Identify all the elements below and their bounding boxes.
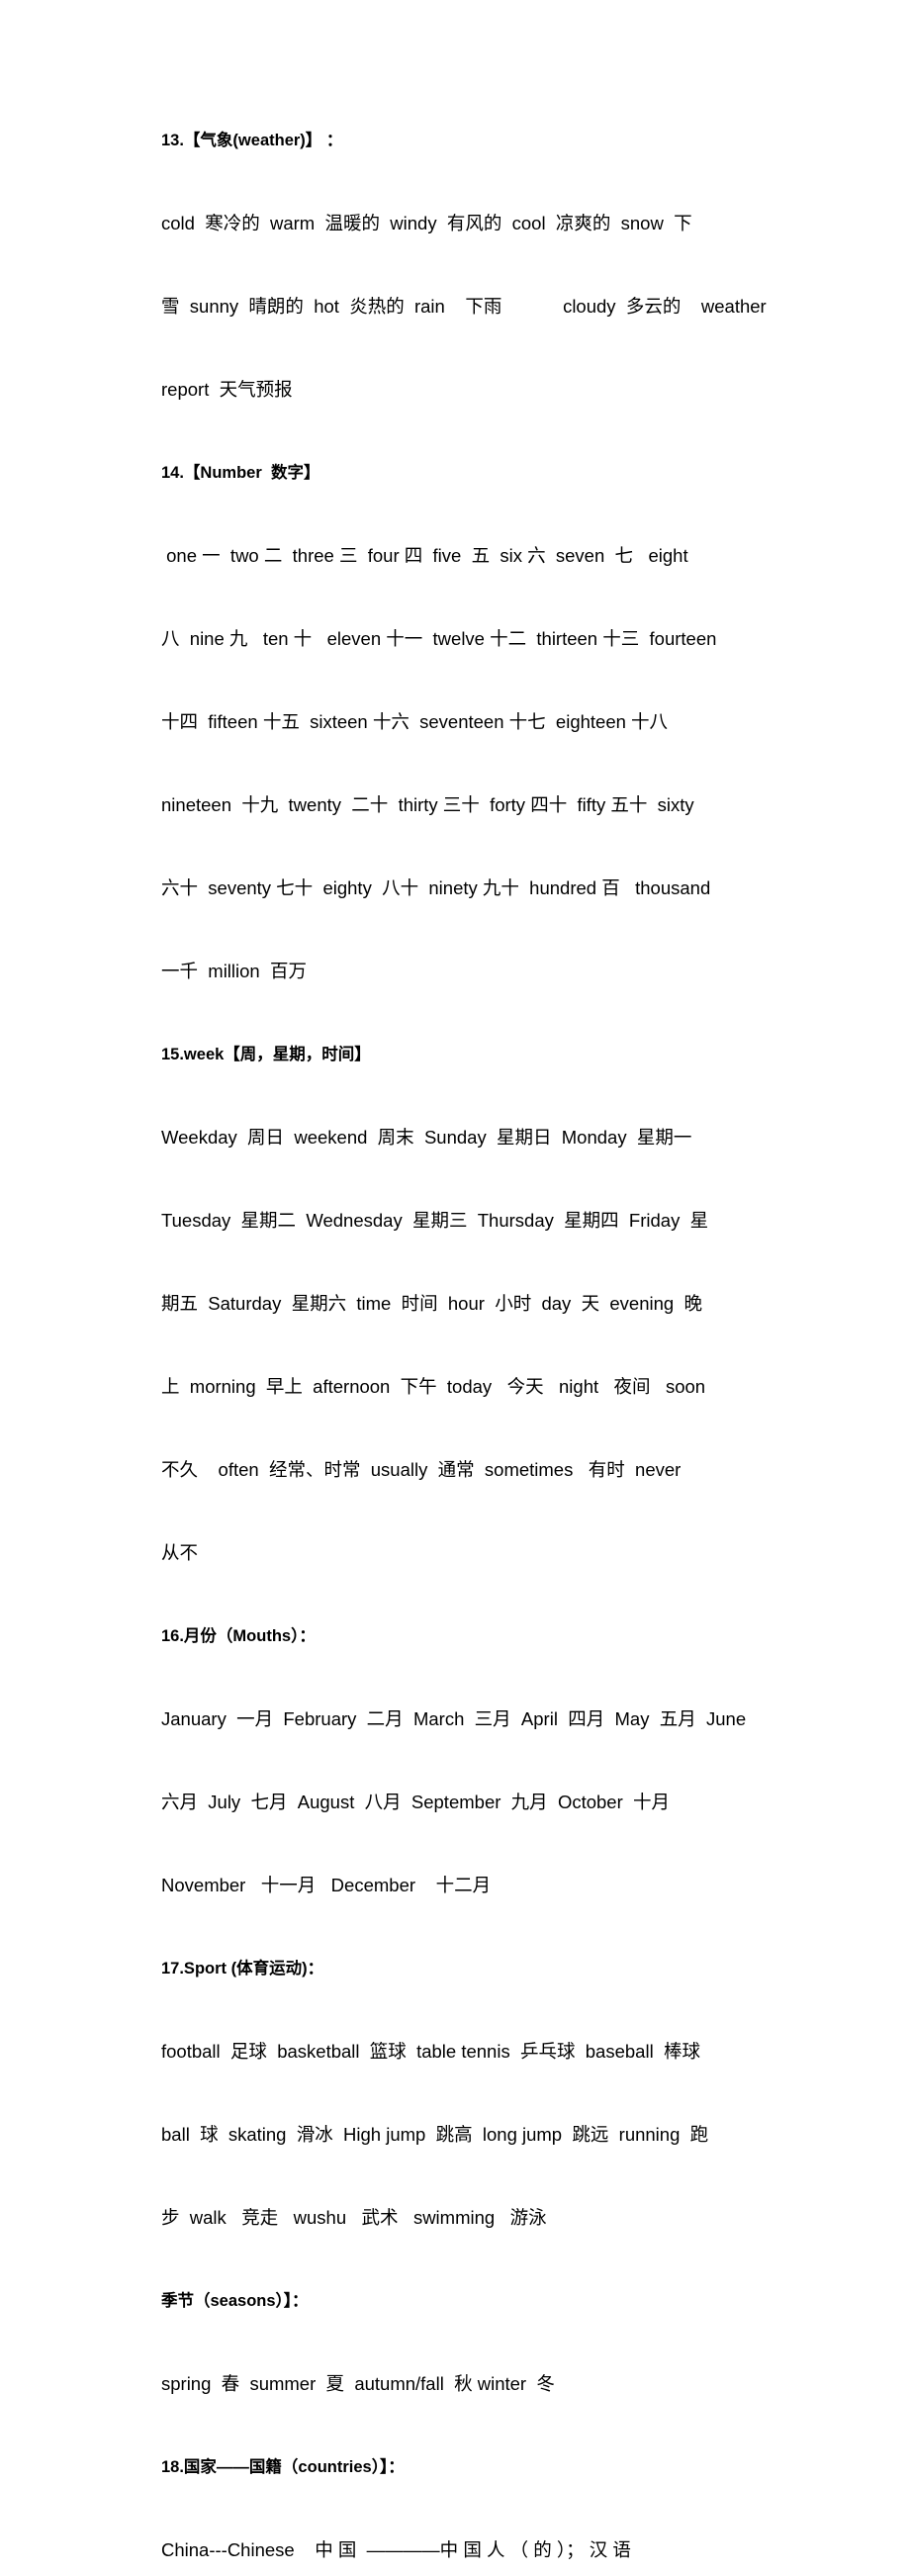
text-line: spring 春 summer 夏 autumn/fall 秋 winter 冬 [161, 2373, 555, 2394]
text-line: 十四 fifteen 十五 sixteen 十六 seventeen 十七 ei… [161, 711, 669, 732]
text-line: 六月 July 七月 August 八月 September 九月 Octobe… [161, 1792, 671, 1812]
section-countries: 18.国家——国籍（countries）】： China---Chinese 中… [161, 2453, 836, 2576]
section-number: 14.【Number 数字】 one 一 two 二 three 三 four … [161, 459, 836, 1041]
text-line: January 一月 February 二月 March 三月 April 四月… [161, 1708, 747, 1729]
text-line: Weekday 周日 weekend 周末 Sunday 星期日 Monday … [161, 1127, 692, 1148]
text-line: one 一 two 二 three 三 four 四 five 五 six 六 … [161, 545, 688, 566]
document-page: 13.【气象(weather)】 ： cold 寒冷的 warm 温暖的 win… [0, 0, 910, 2560]
section-content-months: January 一月 February 二月 March 三月 April 四月… [161, 1650, 836, 1955]
section-content-sport: football 足球 basketball 篮球 table tennis 乒… [161, 1982, 836, 2287]
section-weather: 13.【气象(weather)】 ： cold 寒冷的 warm 温暖的 win… [161, 127, 836, 459]
text-line: 不久 often 经常、时常 usually 通常 sometimes 有时 n… [161, 1459, 682, 1480]
text-line: ball 球 skating 滑冰 High jump 跳高 long jump… [161, 2124, 709, 2145]
text-line: 期五 Saturday 星期六 time 时间 hour 小时 day 天 ev… [161, 1293, 702, 1314]
text-line: 雪 sunny 晴朗的 hot 炎热的 rain 下雨 cloudy 多云的 w… [161, 296, 767, 317]
text-line: 上 morning 早上 afternoon 下午 today 今天 night… [161, 1376, 706, 1397]
section-heading-week: 15.week【周，星期，时间】 [161, 1046, 371, 1063]
section-heading-months: 16.月份（Mouths）： [161, 1627, 316, 1645]
text-line: 八 nine 九 ten 十 eleven 十一 twelve 十二 thirt… [161, 628, 717, 649]
section-content-week: Weekday 周日 weekend 周末 Sunday 星期日 Monday … [161, 1068, 836, 1622]
text-line: 步 walk 竞走 wushu 武术 swimming 游泳 [161, 2207, 547, 2228]
text-line: football 足球 basketball 篮球 table tennis 乒… [161, 2041, 700, 2062]
section-heading-countries: 18.国家——国籍（countries）】： [161, 2458, 405, 2476]
text-line: November 十一月 December 十二月 [161, 1875, 492, 1895]
section-content-number: one 一 two 二 three 三 four 四 five 五 six 六 … [161, 487, 836, 1041]
section-heading-number: 14.【Number 数字】 [161, 464, 320, 482]
text-line: 一千 million 百万 [161, 961, 307, 981]
section-week: 15.week【周，星期，时间】 Weekday 周日 weekend 周末 S… [161, 1041, 836, 1622]
document-body: 13.【气象(weather)】 ： cold 寒冷的 warm 温暖的 win… [161, 127, 836, 2576]
text-line: cold 寒冷的 warm 温暖的 windy 有风的 cool 凉爽的 sno… [161, 213, 692, 233]
text-line: nineteen 十九 twenty 二十 thirty 三十 forty 四十… [161, 794, 694, 815]
text-line: Tuesday 星期二 Wednesday 星期三 Thursday 星期四 F… [161, 1210, 709, 1231]
section-months: 16.月份（Mouths）： January 一月 February 二月 Ma… [161, 1622, 836, 1955]
text-line: 六十 seventy 七十 eighty 八十 ninety 九十 hundre… [161, 877, 711, 898]
section-seasons: 季节（seasons）】： spring 春 summer 夏 autumn/f… [161, 2287, 836, 2453]
section-content-countries: China---Chinese 中 国 ————中 国 人 （ 的 ）； 汉 语… [161, 2481, 836, 2576]
section-sport: 17.Sport (体育运动)： football 足球 basketball … [161, 1955, 836, 2287]
section-heading-seasons: 季节（seasons）】： [161, 2292, 309, 2310]
text-line: 从不 [161, 1542, 199, 1563]
section-heading-sport: 17.Sport (体育运动)： [161, 1960, 324, 1978]
text-line: report 天气预报 [161, 379, 293, 400]
section-heading-weather: 13.【气象(weather)】 ： [161, 132, 343, 149]
section-content-seasons: spring 春 summer 夏 autumn/fall 秋 winter 冬 [161, 2315, 836, 2453]
section-content-weather: cold 寒冷的 warm 温暖的 windy 有风的 cool 凉爽的 sno… [161, 154, 836, 459]
text-line: China---Chinese 中 国 ————中 国 人 （ 的 ）； 汉 语 [161, 2539, 631, 2560]
